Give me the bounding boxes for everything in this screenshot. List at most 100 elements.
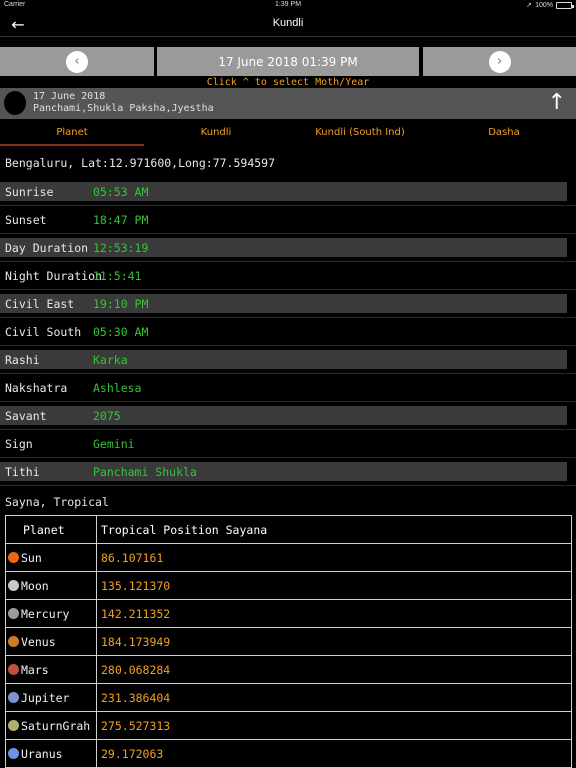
details-list: Sunrise 05:53 AM Sunset 18:47 PM Day Durat… [0, 178, 576, 486]
detail-label: Civil South [5, 325, 82, 339]
status-time: 1:39 PM [274, 1, 302, 8]
status-right: ➚ 100% [526, 1, 574, 9]
detail-value: 12:53:19 [93, 241, 149, 255]
planet-table: Planet Tropical Position Sayana Sun 86.10… [5, 515, 572, 768]
table-row: Jupiter 231.386404 [5, 683, 572, 712]
planet-name-cell: Moon [5, 571, 97, 600]
table-row: Sun 86.107161 [5, 543, 572, 572]
detail-row-civil-south: Civil South 05:30 AM [0, 318, 576, 346]
detail-row-civil-east: Civil East 19:10 PM [0, 290, 576, 318]
table-row: Venus 184.173949 [5, 627, 572, 656]
detail-value: 05:30 AM [93, 325, 149, 339]
mercury-icon [8, 607, 19, 619]
detail-value: 18:47 PM [93, 213, 149, 227]
detail-label: Sunrise [5, 185, 54, 199]
detail-row-savant: Savant 2075 [0, 402, 576, 430]
detail-value: 11:5:41 [93, 269, 142, 283]
uranus-icon [8, 747, 19, 759]
planet-name: Jupiter [21, 690, 70, 705]
detail-label: Rashi [5, 353, 40, 367]
planet-name: Uranus [21, 746, 63, 761]
planet-name-cell: SaturnGrah [5, 711, 97, 740]
detail-row-rashi: Rashi Karka [0, 346, 576, 374]
moon-icon [8, 579, 19, 591]
prev-date-button[interactable]: ‹ [0, 47, 154, 76]
planet-name-cell: Mercury [5, 599, 97, 628]
planet-name-cell: Uranus [5, 739, 97, 768]
venus-icon [8, 635, 19, 647]
battery-percent: 100% [535, 1, 553, 9]
tab-planet[interactable]: Planet [0, 124, 144, 146]
planet-name-cell: Jupiter [5, 683, 97, 712]
planet-position: 275.527313 [96, 711, 572, 740]
planet-name: Moon [21, 578, 49, 593]
planet-name: Sun [21, 550, 42, 565]
battery-icon [556, 1, 574, 9]
tab-bar: Planet Kundli Kundli (South Ind) Dasha [0, 124, 576, 146]
planet-name: Mercury [21, 606, 70, 621]
next-date-button[interactable]: › [423, 47, 576, 76]
table-header-row: Planet Tropical Position Sayana [5, 515, 572, 544]
tab-dasha[interactable]: Dasha [432, 124, 576, 146]
mars-icon [8, 663, 19, 675]
detail-label: Savant [5, 409, 47, 423]
detail-value: 2075 [93, 409, 121, 423]
detail-value: 05:53 AM [93, 185, 149, 199]
planet-position: 231.386404 [96, 683, 572, 712]
detail-value: Ashlesa [93, 381, 142, 395]
detail-row-sign: Sign Gemini [0, 430, 576, 458]
planet-name-cell: Mars [5, 655, 97, 684]
detail-label: Tithi [5, 465, 40, 479]
sun-icon [8, 551, 19, 563]
planet-position: 135.121370 [96, 571, 572, 600]
detail-label: Nakshatra [5, 381, 68, 395]
detail-label: Night Duration [5, 269, 102, 283]
moon-phase-icon [4, 91, 26, 115]
detail-row-nakshatra: Nakshatra Ashlesa [0, 374, 576, 402]
panchang-info-bar: 17 June 2018 Panchami,Shukla Paksha,Jyes… [0, 88, 576, 119]
column-header-position: Tropical Position Sayana [96, 515, 572, 544]
planet-position: 280.068284 [96, 655, 572, 684]
table-row: SaturnGrah 275.527313 [5, 711, 572, 740]
detail-value: 19:10 PM [93, 297, 149, 311]
saturn-icon [8, 719, 19, 731]
detail-value: Karka [93, 353, 128, 367]
table-row: Mars 280.068284 [5, 655, 572, 684]
tab-kundli-south[interactable]: Kundli (South Ind) [288, 124, 432, 146]
detail-row-day-duration: Day Duration 12:53:19 [0, 234, 576, 262]
planet-position: 184.173949 [96, 627, 572, 656]
location-label: Bengaluru, Lat:12.971600,Long:77.594597 [5, 156, 276, 170]
tab-kundli[interactable]: Kundli [144, 124, 288, 146]
planet-position: 142.211352 [96, 599, 572, 628]
status-bar: Carrier 1:39 PM ➚ 100% [0, 0, 576, 12]
planet-name-cell: Sun [5, 543, 97, 572]
detail-label: Day Duration [5, 241, 89, 255]
detail-value: Gemini [93, 437, 135, 451]
nav-bar: ← Kundli [0, 12, 576, 37]
planet-position: 29.172063 [96, 739, 572, 768]
planet-name-cell: Venus [5, 627, 97, 656]
column-header-planet: Planet [5, 515, 97, 544]
info-detail: Panchami,Shukla Paksha,Jyestha [33, 103, 214, 114]
detail-row-sunrise: Sunrise 05:53 AM [0, 178, 576, 206]
detail-row-sunset: Sunset 18:47 PM [0, 206, 576, 234]
table-row: Moon 135.121370 [5, 571, 572, 600]
table-row: Mercury 142.211352 [5, 599, 572, 628]
location-arrow-icon: ➚ [526, 2, 533, 9]
table-row: Uranus 29.172063 [5, 739, 572, 768]
date-selector: ‹ 17 June 2018 01:39 PM › [0, 47, 576, 76]
detail-row-tithi: Tithi Panchami Shukla [0, 458, 576, 486]
date-hint: Click ^ to select Moth/Year [206, 77, 370, 88]
chevron-left-icon: ‹ [66, 50, 88, 73]
planet-name: Mars [21, 662, 49, 677]
arrow-up-icon[interactable]: ↑ [548, 90, 566, 115]
section-label-tropical: Sayna, Tropical [5, 495, 109, 509]
planet-name: SaturnGrah [21, 718, 91, 733]
planet-name: Venus [21, 634, 56, 649]
detail-label: Civil East [5, 297, 75, 311]
current-date-button[interactable]: 17 June 2018 01:39 PM [157, 47, 419, 76]
detail-row-night-duration: Night Duration 11:5:41 [0, 262, 576, 290]
chevron-right-icon: › [488, 50, 511, 73]
detail-label: Sunset [5, 213, 47, 227]
detail-value: Panchami Shukla [93, 465, 197, 479]
